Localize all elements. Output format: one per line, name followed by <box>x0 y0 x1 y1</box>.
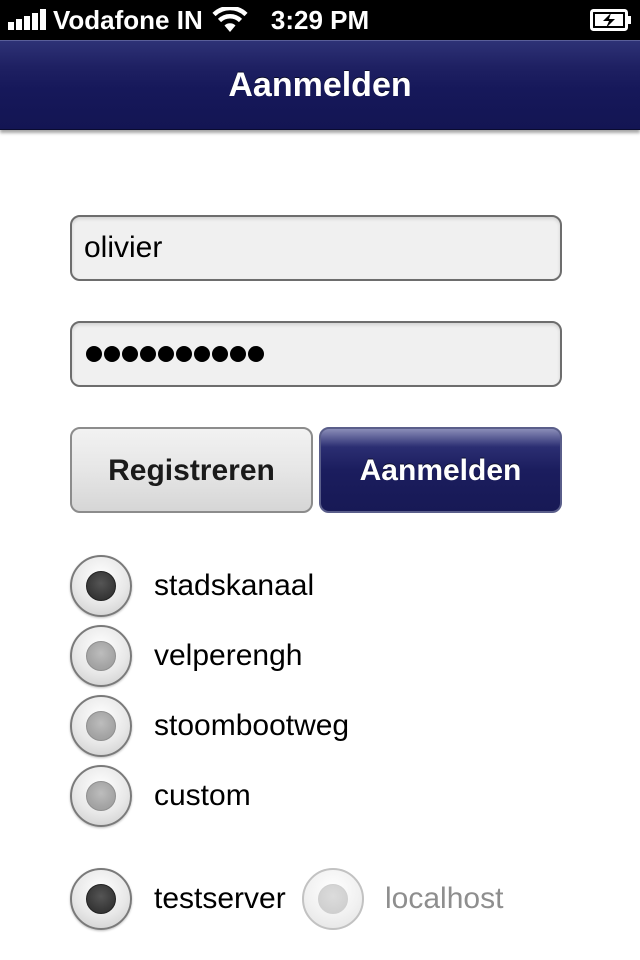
username-input[interactable] <box>84 217 544 279</box>
password-mask-dot <box>230 346 246 362</box>
status-bar: Vodafone IN 3:29 PM <box>0 0 640 40</box>
radio-label[interactable]: custom <box>154 765 251 827</box>
login-button[interactable]: Aanmelden <box>319 427 562 513</box>
radio-label[interactable]: velperengh <box>154 625 302 687</box>
radio-button <box>302 868 364 930</box>
password-mask-dot <box>176 346 192 362</box>
navigation-bar: Aanmelden <box>0 40 640 130</box>
password-mask-dot <box>248 346 264 362</box>
password-mask-dot <box>86 346 102 362</box>
password-mask-dot <box>194 346 210 362</box>
radio-button[interactable] <box>70 625 132 687</box>
status-time: 3:29 PM <box>270 5 370 35</box>
username-field[interactable] <box>70 215 562 281</box>
password-mask-dot <box>104 346 120 362</box>
password-mask-dot <box>212 346 228 362</box>
radio-label[interactable]: stadskanaal <box>154 555 314 617</box>
radio-label[interactable]: testserver <box>154 868 286 930</box>
radio-label[interactable]: stoombootweg <box>154 695 349 757</box>
radio-button[interactable] <box>70 868 132 930</box>
radio-button[interactable] <box>70 695 132 757</box>
battery-charging-icon <box>590 9 631 31</box>
radio-button[interactable] <box>70 555 132 617</box>
password-mask-dot <box>122 346 138 362</box>
password-field[interactable] <box>70 321 562 387</box>
page-title: Aanmelden <box>228 66 412 104</box>
radio-label: localhost <box>385 882 504 915</box>
password-mask-dot <box>140 346 156 362</box>
radio-button[interactable] <box>70 765 132 827</box>
password-mask-dot <box>158 346 174 362</box>
register-button[interactable]: Registreren <box>70 427 313 513</box>
